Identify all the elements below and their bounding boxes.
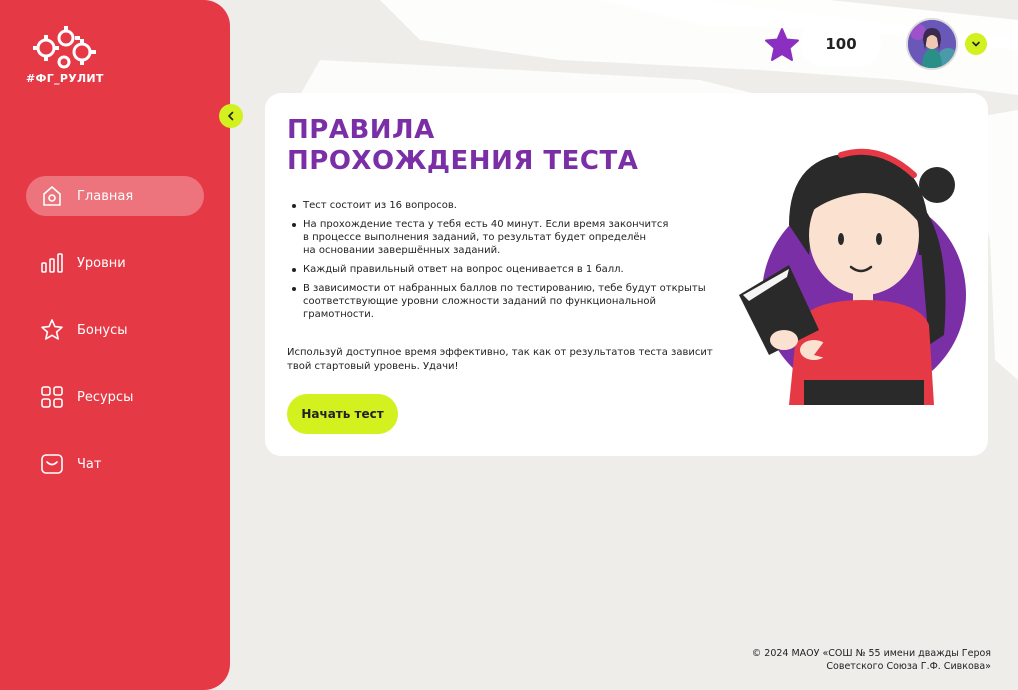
- collapse-sidebar-button[interactable]: [219, 104, 243, 128]
- home-icon: [39, 183, 65, 209]
- rule-item: Каждый правильный ответ на вопрос оценив…: [289, 263, 709, 276]
- sidebar: #ФГ_РУЛИТ Главная Уровни Бонусы Ресурсы …: [0, 0, 230, 690]
- chat-icon: [39, 451, 65, 477]
- test-rules-card: ПРАВИЛА ПРОХОЖДЕНИЯ ТЕСТА Тест состоит и…: [265, 93, 988, 456]
- bar-chart-icon: [39, 250, 65, 276]
- footer-line-2: Советского Союза Г.Ф. Сивкова»: [826, 661, 991, 672]
- footer-copyright: © 2024 МАОУ «СОШ № 55 имени дважды Героя…: [752, 647, 991, 673]
- sidebar-item-bonuses[interactable]: Бонусы: [26, 310, 204, 350]
- sidebar-item-home[interactable]: Главная: [26, 176, 204, 216]
- logo[interactable]: #ФГ_РУЛИТ: [26, 24, 106, 88]
- sidebar-item-label: Ресурсы: [77, 389, 134, 405]
- rule-item: На прохождение теста у тебя есть 40 мину…: [289, 218, 709, 257]
- title-line-2: ПРОХОЖДЕНИЯ ТЕСТА: [287, 146, 639, 176]
- sidebar-item-label: Уровни: [77, 255, 126, 271]
- good-luck-note: Используй доступное время эффективно, та…: [287, 347, 713, 372]
- sidebar-nav: Главная Уровни Бонусы Ресурсы Чат: [26, 176, 204, 511]
- girl-reading-illustration: [739, 148, 966, 405]
- profile-menu-toggle[interactable]: [965, 33, 987, 55]
- grid-icon: [39, 384, 65, 410]
- page-title: ПРАВИЛА ПРОХОЖДЕНИЯ ТЕСТА: [287, 115, 727, 177]
- star-icon: [39, 317, 65, 343]
- title-line-1: ПРАВИЛА: [287, 115, 435, 145]
- sidebar-item-label: Чат: [77, 456, 102, 472]
- chevron-left-icon: [228, 111, 234, 121]
- rule-item: В зависимости от набранных баллов по тес…: [289, 282, 709, 321]
- gears-logo-icon: [33, 26, 96, 69]
- sidebar-item-resources[interactable]: Ресурсы: [26, 377, 204, 417]
- sidebar-item-chat[interactable]: Чат: [26, 444, 204, 484]
- footer-line-1: © 2024 МАОУ «СОШ № 55 имени дважды Героя: [751, 648, 991, 659]
- user-avatar-icon: [908, 20, 956, 68]
- rule-item: Тест состоит из 16 вопросов.: [289, 199, 709, 212]
- points-star-icon: [765, 28, 799, 61]
- sidebar-item-label: Главная: [77, 188, 134, 204]
- logo-text: #ФГ_РУЛИТ: [26, 72, 104, 85]
- start-test-button[interactable]: Начать тест: [287, 394, 398, 434]
- sidebar-item-levels[interactable]: Уровни: [26, 243, 204, 283]
- rules-list: Тест состоит из 16 вопросов. На прохожде…: [289, 199, 709, 327]
- avatar[interactable]: [906, 18, 958, 70]
- points-counter: 100: [801, 21, 881, 67]
- chevron-down-icon: [972, 41, 980, 47]
- sidebar-item-label: Бонусы: [77, 322, 128, 338]
